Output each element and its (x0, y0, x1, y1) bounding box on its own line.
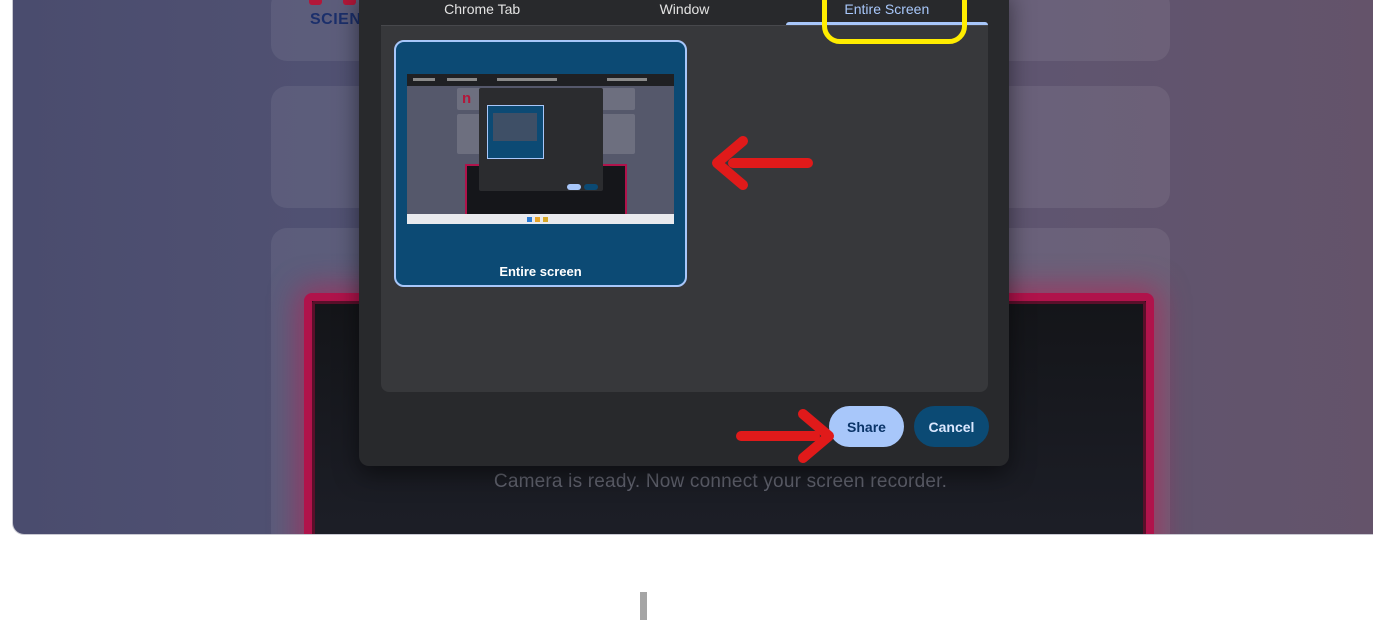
source-list-panel: n Entire screen (381, 26, 988, 392)
tab-window[interactable]: Window (583, 0, 785, 24)
source-label: Entire screen (499, 264, 582, 279)
cancel-button[interactable]: Cancel (914, 406, 989, 447)
highlight-circle-annotation (822, 0, 967, 44)
entire-screen-source[interactable]: n Entire screen (394, 40, 687, 287)
right-arrow-annotation-icon (736, 409, 834, 463)
text-cursor-icon (640, 592, 647, 620)
share-screen-dialog: Chrome Tab Window Entire Screen n Entire… (359, 0, 1009, 466)
left-arrow-annotation-icon (712, 136, 813, 190)
screen-preview-thumbnail: n (407, 74, 674, 224)
camera-status-message: Camera is ready. Now connect your screen… (493, 471, 948, 492)
tab-chrome-tab[interactable]: Chrome Tab (381, 0, 583, 24)
